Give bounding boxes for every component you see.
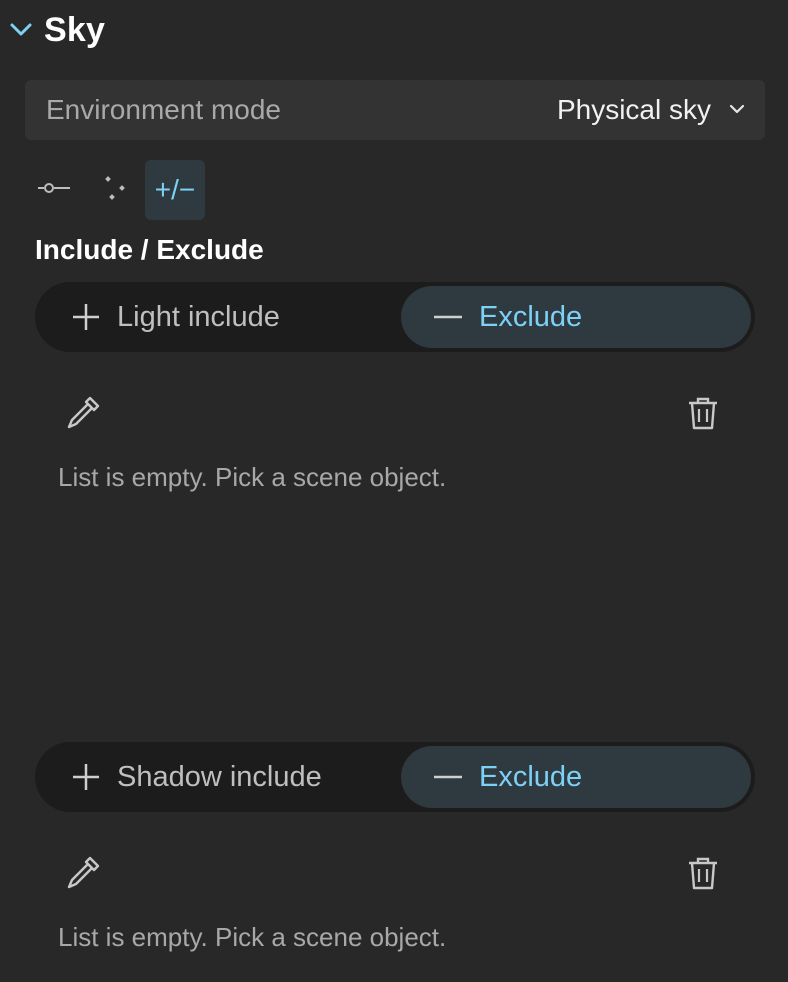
include-exclude-tab[interactable]: +/−: [145, 160, 205, 220]
plus-icon: [69, 300, 103, 334]
light-delete-button[interactable]: [678, 390, 728, 440]
trash-icon: [685, 395, 721, 436]
minus-icon: [431, 760, 465, 794]
chevron-down-icon: [729, 101, 745, 119]
shadow-list-empty-text: List is empty. Pick a scene object.: [58, 922, 447, 952]
environment-mode-label: Environment mode: [46, 94, 282, 125]
shadow-eyedropper-button[interactable]: [58, 850, 108, 900]
shadow-include-option[interactable]: Shadow include: [39, 746, 401, 808]
trash-icon: [685, 855, 721, 896]
chevron-down-icon: [8, 17, 34, 43]
light-link-tab[interactable]: [25, 160, 85, 220]
shadow-exclude-option[interactable]: Exclude: [401, 746, 751, 808]
include-exclude-title: Include / Exclude: [35, 234, 264, 265]
light-picker-row: [58, 390, 728, 440]
sky-section-header[interactable]: Sky: [8, 8, 105, 52]
light-eyedropper-button[interactable]: [58, 390, 108, 440]
light-link-icon: [37, 181, 73, 200]
plus-icon: [69, 760, 103, 794]
shadow-include-exclude-toggle: Shadow include Exclude: [35, 742, 755, 812]
light-exclude-label: Exclude: [479, 300, 583, 333]
shadow-exclude-label: Exclude: [479, 760, 583, 793]
shadow-include-label: Shadow include: [117, 760, 322, 793]
light-list-empty-text: List is empty. Pick a scene object.: [58, 462, 447, 492]
section-title: Sky: [44, 10, 106, 49]
light-include-label: Light include: [117, 300, 280, 333]
environment-mode-dropdown[interactable]: Physical sky: [557, 94, 745, 126]
light-include-exclude-toggle: Light include Exclude: [35, 282, 755, 352]
include-exclude-icon: +/−: [154, 174, 196, 205]
shadow-picker-row: [58, 850, 728, 900]
mode-toolbar: +/−: [25, 160, 205, 220]
sparkle-points-tab[interactable]: [85, 160, 145, 220]
shadow-delete-button[interactable]: [678, 850, 728, 900]
light-exclude-option[interactable]: Exclude: [401, 286, 751, 348]
eyedropper-icon: [63, 853, 103, 898]
sparkle-points-icon: [100, 173, 130, 208]
sky-panel: Sky Environment mode Physical sky +/− In…: [0, 0, 788, 982]
minus-icon: [431, 300, 465, 334]
environment-mode-value: Physical sky: [556, 94, 711, 125]
environment-mode-row: Environment mode Physical sky: [25, 80, 765, 140]
eyedropper-icon: [63, 393, 103, 438]
light-include-option[interactable]: Light include: [39, 286, 401, 348]
